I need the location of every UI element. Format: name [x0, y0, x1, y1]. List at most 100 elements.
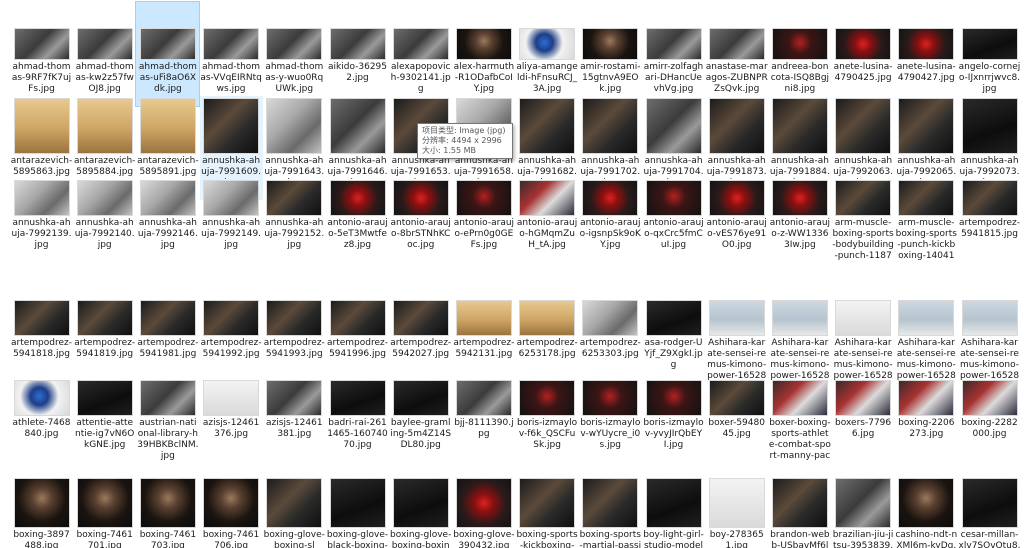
file-item[interactable]: boxers-77966.jpg	[832, 378, 895, 462]
file-item[interactable]: amir-rostami-15gtnvA9EOk.jpg	[579, 2, 642, 106]
image-thumbnail	[582, 380, 639, 416]
file-item[interactable]: artempodrez-5941996.jpg	[326, 298, 389, 382]
file-item[interactable]: boxing-glove-boxing-boxing-s	[389, 476, 452, 548]
file-name: antonio-araujo-vES76ye91O0.jpg	[706, 218, 767, 250]
file-item[interactable]: artempodrez-6253178.jpg	[516, 298, 579, 382]
file-item[interactable]: boxing-glove-390432.jpg	[452, 476, 515, 548]
file-item[interactable]: antonio-araujo-igsnpSk9oKY.jpg	[579, 178, 642, 262]
file-name: badri-rai-2611465-16074070.jpg	[327, 418, 388, 450]
file-item[interactable]: ahmad-thomas-y-wuo0RqUWk.jpg	[263, 2, 326, 106]
file-item[interactable]: austrian-national-library-h39HBKBclNM.jp…	[136, 378, 199, 462]
file-item[interactable]: artempodrez-5941992.jpg	[200, 298, 263, 382]
file-item[interactable]: brazilian-jiu-jitsu-3953839.jpg	[832, 476, 895, 548]
file-item[interactable]: attentie-attentie-ig7vN6OkGNE.jpg	[73, 378, 136, 462]
file-item[interactable]: asa-rodger-UYjf_Z9XgkI.jpg	[642, 298, 705, 382]
file-item[interactable]: badri-rai-2611465-16074070.jpg	[326, 378, 389, 462]
file-item[interactable]: boy-light-girl-studio-model-sh	[642, 476, 705, 548]
file-item[interactable]: antonio-araujo-hGMqmZuH_tA.jpg	[516, 178, 579, 262]
file-item[interactable]: antonio-araujo-ePrn0g0GEFs.jpg	[452, 178, 515, 262]
file-item[interactable]: artempodrez-5942027.jpg	[389, 298, 452, 382]
file-item[interactable]: aikido-362952.jpg	[326, 2, 389, 106]
file-item[interactable]: artempodrez-5941818.jpg	[10, 298, 73, 382]
file-item[interactable]: artempodrez-5942131.jpg	[452, 298, 515, 382]
file-item[interactable]: ahmad-thomas-9RF7fK7ujFs.jpg	[10, 2, 73, 106]
file-item[interactable]: boxing-glove-boxing-sl	[263, 476, 326, 548]
file-item[interactable]: boxer-5948045.jpg	[705, 378, 768, 462]
file-item[interactable]: cashino-ndt-nXMl6m-kyDg.jp	[895, 476, 958, 548]
file-item[interactable]: boxing-2206273.jpg	[895, 378, 958, 462]
file-item[interactable]: annushka-ahuja-7992139.jpg	[10, 178, 73, 262]
file-item[interactable]: boxing-7461706.jpg	[200, 476, 263, 548]
file-item[interactable]: Ashihara-karate-sensei-remus-kimono-powe…	[958, 298, 1021, 382]
file-item[interactable]: ahmad-thomas-kw2z57fwOJ8.jpg	[73, 2, 136, 106]
file-item[interactable]: annushka-ahuja-7992140.jpg	[73, 178, 136, 262]
image-thumbnail	[645, 28, 702, 60]
file-item[interactable]: anete-lusina-4790425.jpg	[832, 2, 895, 106]
file-item[interactable]: artempodrez-5941815.jpg	[958, 178, 1021, 262]
file-name: athlete-7468840.jpg	[12, 418, 71, 439]
file-item[interactable]: arm-muscle-boxing-sports-punch-kickboxin…	[895, 178, 958, 262]
file-item[interactable]: boris-izmaylov-wYUycre_i0s.jpg	[579, 378, 642, 462]
file-item[interactable]: boxer-boxing-sports-athlete-combat-sport…	[768, 378, 831, 462]
file-name: artempodrez-5941818.jpg	[11, 338, 72, 359]
image-thumbnail	[139, 380, 196, 416]
file-item[interactable]: boxing-sports-martial-passion	[579, 476, 642, 548]
file-item[interactable]: antonio-araujo-qxCrc5fmCuI.jpg	[642, 178, 705, 262]
image-thumbnail	[898, 300, 955, 336]
file-item[interactable]: aliya-amangeldi-hFnsuRCJ_3A.jpg	[516, 2, 579, 106]
file-name: boris-izmaylov-yvyJIrQbEYI.jpg	[643, 418, 704, 450]
file-item[interactable]: annushka-ahuja-7992149.jpg	[200, 178, 263, 262]
file-item[interactable]: azisjs-12461376.jpg	[200, 378, 263, 462]
file-item[interactable]: boris-izmaylov-yvyJIrQbEYI.jpg	[642, 378, 705, 462]
file-item[interactable]: baylee-gramling-5m4Z14SDL80.jpg	[389, 378, 452, 462]
image-thumbnail	[266, 98, 323, 154]
file-item[interactable]: artempodrez-5941819.jpg	[73, 298, 136, 382]
file-item[interactable]: antonio-araujo-8brSTNhKCoc.jpg	[389, 178, 452, 262]
file-item[interactable]: azisjs-12461381.jpg	[263, 378, 326, 462]
file-item[interactable]: Ashihara-karate-sensei-remus-kimono-powe…	[832, 298, 895, 382]
file-item[interactable]: antonio-araujo-vES76ye91O0.jpg	[705, 178, 768, 262]
file-item[interactable]: alexapopovich-9302141.jpg	[389, 2, 452, 106]
file-item[interactable]: boy-2783651.jpg	[705, 476, 768, 548]
file-item[interactable]: artempodrez-6253303.jpg	[579, 298, 642, 382]
image-thumbnail	[455, 478, 512, 528]
file-item[interactable]: anastase-maragos-ZUBNPRZsQvk.jpg	[705, 2, 768, 106]
file-item[interactable]: andreea-boncota-ISQ8Bgjni8.jpg	[768, 2, 831, 106]
image-thumbnail	[203, 98, 260, 154]
file-item[interactable]: annushka-ahuja-7992152.jpg	[263, 178, 326, 262]
file-item[interactable]: Ashihara-karate-sensei-remus-kimono-powe…	[768, 298, 831, 382]
file-item[interactable]: brandon-webb-USbavMf6lY	[768, 476, 831, 548]
file-item[interactable]: amirr-zolfaghari-DHancUevhVg.jpg	[642, 2, 705, 106]
file-name: boxing-sports-kickboxing-m	[516, 530, 578, 548]
file-item[interactable]: boxing-7461701.jpg	[73, 476, 136, 548]
file-item[interactable]: boxing-3897488.jpg	[10, 476, 73, 548]
image-thumbnail	[961, 98, 1018, 154]
file-item[interactable]: Ashihara-karate-sensei-remus-kimono-powe…	[895, 298, 958, 382]
file-item[interactable]: annushka-ahuja-7992146.jpg	[136, 178, 199, 262]
image-thumbnail	[392, 28, 449, 60]
file-item[interactable]: anete-lusina-4790427.jpg	[895, 2, 958, 106]
file-item[interactable]: artempodrez-5941981.jpg	[136, 298, 199, 382]
file-item[interactable]: Ashihara-karate-sensei-remus-kimono-powe…	[705, 298, 768, 382]
file-item[interactable]: boxing-2282000.jpg	[958, 378, 1021, 462]
file-item[interactable]: antonio-araujo-z-WW13363Iw.jpg	[768, 178, 831, 262]
file-item[interactable]: antonio-araujo-5eT3Mwtfez8.jpg	[326, 178, 389, 262]
file-name: antonio-araujo-ePrn0g0GEFs.jpg	[453, 218, 515, 250]
file-item[interactable]: boxing-sports-kickboxing-m	[516, 476, 579, 548]
file-item[interactable]: bjj-8111390.jpg	[452, 378, 515, 462]
file-item[interactable]: artempodrez-5941993.jpg	[263, 298, 326, 382]
file-item[interactable]: arm-muscle-boxing-sports-bodybuilding-pu…	[832, 178, 895, 262]
file-item[interactable]: boxing-7461703.jpg	[136, 476, 199, 548]
file-item[interactable]: boxing-glove-black-boxing-de	[326, 476, 389, 548]
file-item[interactable]: alex-harmuth-R1ODafbCoIY.jpg	[452, 2, 515, 106]
file-item[interactable]: boris-izmaylov-f6k_QSCFuSk.jpg	[516, 378, 579, 462]
file-name: artempodrez-6253178.jpg	[516, 338, 578, 359]
image-thumbnail	[266, 380, 323, 416]
image-thumbnail	[961, 380, 1018, 416]
file-item[interactable]: ahmad-thomas-VVqEIRNtqws.jpg	[200, 2, 263, 106]
file-item[interactable]: cesar-millan-xlv7SOvOtu8.jpg	[958, 476, 1021, 548]
file-item[interactable]: ahmad-thomas-uFi8aO6Xdk.jpg	[135, 1, 201, 107]
file-name: Ashihara-karate-sensei-remus-kimono-powe…	[833, 338, 893, 381]
file-item[interactable]: angelo-cornejo-IJxnrrjwvc8.jpg	[958, 2, 1021, 106]
file-item[interactable]: athlete-7468840.jpg	[10, 378, 73, 462]
